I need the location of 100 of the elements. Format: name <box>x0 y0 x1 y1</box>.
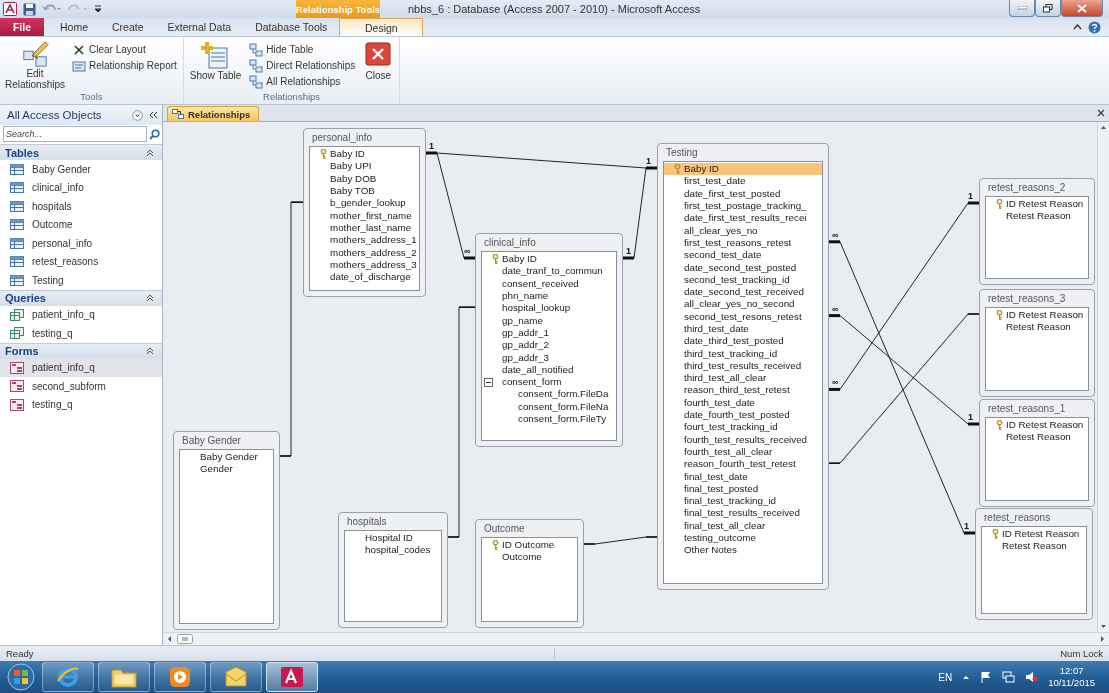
field-row[interactable]: date_third_test_posted <box>664 335 822 348</box>
table-window[interactable]: Outcome ID Outcome Outcome <box>475 519 584 628</box>
field-row[interactable]: consent_form.FileNa <box>482 400 616 413</box>
clock[interactable]: 12:07 10/11/2015 <box>1048 665 1095 689</box>
flag-icon[interactable] <box>980 671 993 683</box>
field-row[interactable]: ID Retest Reason <box>986 198 1088 211</box>
field-row[interactable]: testing_outcome <box>664 531 822 545</box>
network-icon[interactable] <box>1002 671 1016 683</box>
navigation-item[interactable]: retest_reasons <box>0 252 162 271</box>
field-row[interactable]: gp_name <box>482 314 616 327</box>
ribbon-tab[interactable]: External Data <box>155 18 244 36</box>
relationship-line[interactable] <box>828 313 980 464</box>
field-row[interactable]: consent_form <box>482 375 616 389</box>
field-row[interactable]: ID Retest Reason <box>986 419 1088 432</box>
navigation-item[interactable]: testing_q <box>0 324 162 343</box>
field-row[interactable]: date_all_notified <box>482 363 616 376</box>
ribbon-button[interactable]: Edit Relationships <box>4 39 66 91</box>
field-row[interactable]: date_second_test_posted <box>664 261 822 274</box>
navigation-item[interactable]: second_subform <box>0 377 162 396</box>
table-window[interactable] <box>475 233 623 447</box>
field-row[interactable]: third_test_date <box>664 322 822 336</box>
field-row[interactable]: mother_last_name <box>310 221 419 235</box>
field-row[interactable]: Baby UPI <box>310 160 419 173</box>
ribbon-button[interactable]: Clear Layout <box>70 42 179 57</box>
ribbon-button[interactable]: Relationship Report <box>70 58 179 73</box>
speaker-icon[interactable] <box>1025 671 1039 683</box>
field-row[interactable]: fourt_test_tracking_id <box>664 421 822 434</box>
ribbon-tab[interactable]: Database Tools <box>243 18 340 36</box>
ribbon-tab[interactable]: Home <box>48 18 100 36</box>
field-row[interactable]: consent_form.FileTy <box>482 412 616 426</box>
field-row[interactable]: second_test_tracking_id <box>664 273 822 286</box>
ribbon-button[interactable]: Show Table <box>187 39 244 91</box>
field-row[interactable]: Retest Reason <box>982 540 1086 553</box>
dropdown-icon[interactable] <box>132 109 143 121</box>
language-indicator[interactable]: EN <box>938 671 953 683</box>
field-row[interactable]: first_test_date <box>664 175 822 188</box>
field-row[interactable]: Retest Reason <box>986 321 1088 334</box>
field-row[interactable]: gp_addr_3 <box>482 351 616 364</box>
vertical-scrollbar[interactable] <box>1097 122 1109 632</box>
field-row[interactable]: Baby ID <box>310 148 419 161</box>
table-window[interactable]: retest_reasons_1 ID Retest Reason Retest Reason <box>979 399 1095 507</box>
ribbon-tab[interactable]: Design <box>339 18 424 36</box>
field-row[interactable]: ID Outcome <box>482 539 577 552</box>
collapse-pane-icon[interactable] <box>149 111 158 119</box>
field-row[interactable]: third_test_all_clear <box>664 372 822 385</box>
navigation-item[interactable]: clinical_info <box>0 178 162 197</box>
field-row[interactable]: consent_received <box>482 277 616 290</box>
collapse-group-icon[interactable] <box>146 148 154 157</box>
field-row[interactable]: all_clear_yes_no <box>664 224 822 237</box>
field-row[interactable]: third_test_tracking_id <box>664 347 822 360</box>
field-row[interactable]: third_test_results_received <box>664 359 822 373</box>
field-row[interactable]: final_test_results_received <box>664 507 822 520</box>
navigation-item[interactable]: testing_q <box>0 395 162 414</box>
app-logo-icon[interactable] <box>3 2 17 16</box>
ribbon-button[interactable]: Close <box>361 39 396 91</box>
field-row[interactable]: date_tranf_to_commun <box>482 265 616 278</box>
field-row[interactable]: reason_third_test_retest <box>664 384 822 397</box>
navigation-group-header[interactable]: Queries <box>0 289 162 306</box>
field-row[interactable]: second_test_resons_retest <box>664 310 822 323</box>
save-icon[interactable] <box>23 2 36 16</box>
navigation-item[interactable]: hospitals <box>0 197 162 216</box>
navigation-item[interactable]: personal_info <box>0 234 162 253</box>
field-row[interactable]: hospital_lookup <box>482 302 616 315</box>
field-row[interactable]: mothers_address_3 <box>310 258 419 271</box>
field-row[interactable]: all_clear_yes_no_second <box>664 298 822 311</box>
field-row[interactable]: first_test_postage_tracking_ <box>664 199 822 213</box>
table-window[interactable]: hospitals Hospital ID hospital_codes <box>338 512 448 628</box>
field-row[interactable]: Outcome <box>482 551 577 564</box>
navigation-group-header[interactable]: Tables <box>0 144 162 160</box>
field-row[interactable]: date_fourth_test_posted <box>664 408 822 422</box>
field-row[interactable]: fourth_test_results_received <box>664 433 822 446</box>
field-row[interactable]: final_test_tracking_id <box>664 495 822 508</box>
field-row[interactable]: ID Retest Reason <box>986 309 1088 322</box>
search-icon[interactable] <box>149 128 160 140</box>
navigation-item[interactable]: Outcome <box>0 215 162 234</box>
navigation-group-header[interactable]: Forms <box>0 342 162 359</box>
field-row[interactable]: consent_form.FileDa <box>482 388 616 401</box>
field-row[interactable]: date_second_test_received <box>664 285 822 299</box>
file-tab[interactable]: File <box>0 18 44 36</box>
close-icon[interactable] <box>1097 109 1105 117</box>
customize-toolbar-icon[interactable] <box>94 4 102 14</box>
navigation-item[interactable]: patient_info_q <box>0 305 162 324</box>
field-row[interactable]: phn_name <box>482 289 616 303</box>
scroll-thumb-icon[interactable] <box>177 634 193 644</box>
field-row[interactable]: Baby Gender <box>180 451 273 464</box>
field-row[interactable]: second_test_date <box>664 249 822 262</box>
table-window[interactable]: retest_reasons_3 ID Retest Reason Retest Reason <box>979 289 1095 397</box>
field-row[interactable]: Gender <box>180 463 273 476</box>
field-row[interactable]: date_first_test_results_recei <box>664 212 822 225</box>
table-window[interactable]: personal_info Baby ID Baby UPI Baby DOB Baby TOB b_gender_lookup mother_first_name mother_last_name mothers_address_1 mothers_address_2 mothers_address_3 date_of_discharge <box>303 128 426 297</box>
help-icon[interactable] <box>1088 20 1101 34</box>
ribbon-button[interactable]: Direct Relationships <box>247 58 358 73</box>
table-window[interactable]: retest_reasons_2 ID Retest Reason Retest Reason <box>979 178 1095 285</box>
field-row[interactable]: fourth_test_date <box>664 396 822 409</box>
field-row[interactable]: Retest Reason <box>986 210 1088 223</box>
field-row[interactable]: date_first_test_posted <box>664 187 822 200</box>
field-row[interactable]: mothers_address_1 <box>310 234 419 247</box>
field-row[interactable]: gp_addr_2 <box>482 339 616 352</box>
document-tab[interactable]: Relationships <box>167 106 260 121</box>
field-row[interactable]: mothers_address_2 <box>310 246 419 259</box>
